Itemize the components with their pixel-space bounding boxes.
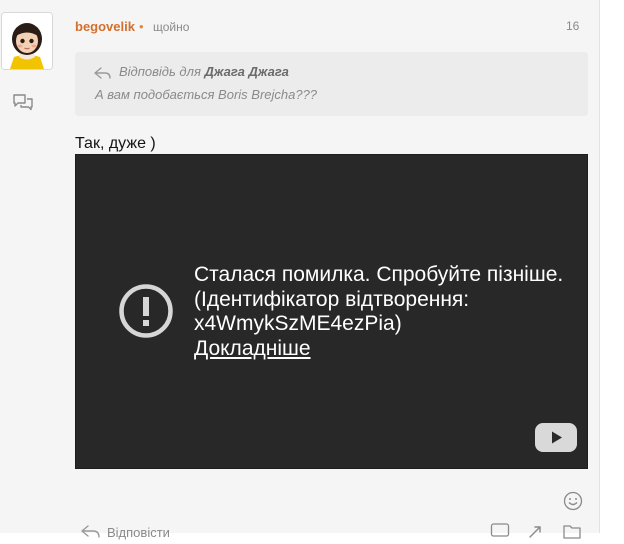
exclamation-circle-icon xyxy=(119,284,173,338)
content-border xyxy=(599,0,600,533)
cartoon-doll-avatar-icon xyxy=(2,13,52,69)
quote-header: Відповідь для Джага Джага xyxy=(119,64,289,79)
avatar[interactable] xyxy=(1,12,53,70)
comment-icon[interactable] xyxy=(490,522,510,540)
post-card: begovelik • щойно 16 Відповідь для Джага… xyxy=(0,0,599,540)
video-more-info-link[interactable]: Докладніше xyxy=(194,337,311,362)
quote-prefix: Відповідь для xyxy=(119,64,201,79)
video-error-message: Сталася помилка. Спробуйте пізніше. (Іде… xyxy=(194,263,574,361)
smiley-icon[interactable] xyxy=(563,491,583,511)
quote-block: Відповідь для Джага Джага А вам подобаєт… xyxy=(75,52,588,116)
post-time[interactable]: щойно xyxy=(153,20,189,34)
reply-arrow-icon xyxy=(81,525,100,538)
youtube-play-icon[interactable] xyxy=(535,423,577,452)
author-name[interactable]: begovelik xyxy=(75,19,135,34)
speech-bubbles-icon[interactable] xyxy=(12,93,34,111)
share-icon[interactable] xyxy=(527,522,547,540)
bookmark-icon[interactable] xyxy=(562,522,582,540)
post-number[interactable]: 16 xyxy=(566,19,579,33)
embedded-video-player[interactable]: Сталася помилка. Спробуйте пізніше. (Іде… xyxy=(75,154,588,469)
online-status-dot: • xyxy=(139,19,144,34)
post-body-text: Так, дуже ) xyxy=(75,135,156,152)
quote-author-link[interactable]: Джага Джага xyxy=(205,64,289,79)
video-error-text: Сталася помилка. Спробуйте пізніше. (Іде… xyxy=(194,263,564,335)
quote-text: А вам подобається Boris Brejcha??? xyxy=(95,87,318,102)
reply-arrow-icon xyxy=(94,67,111,79)
